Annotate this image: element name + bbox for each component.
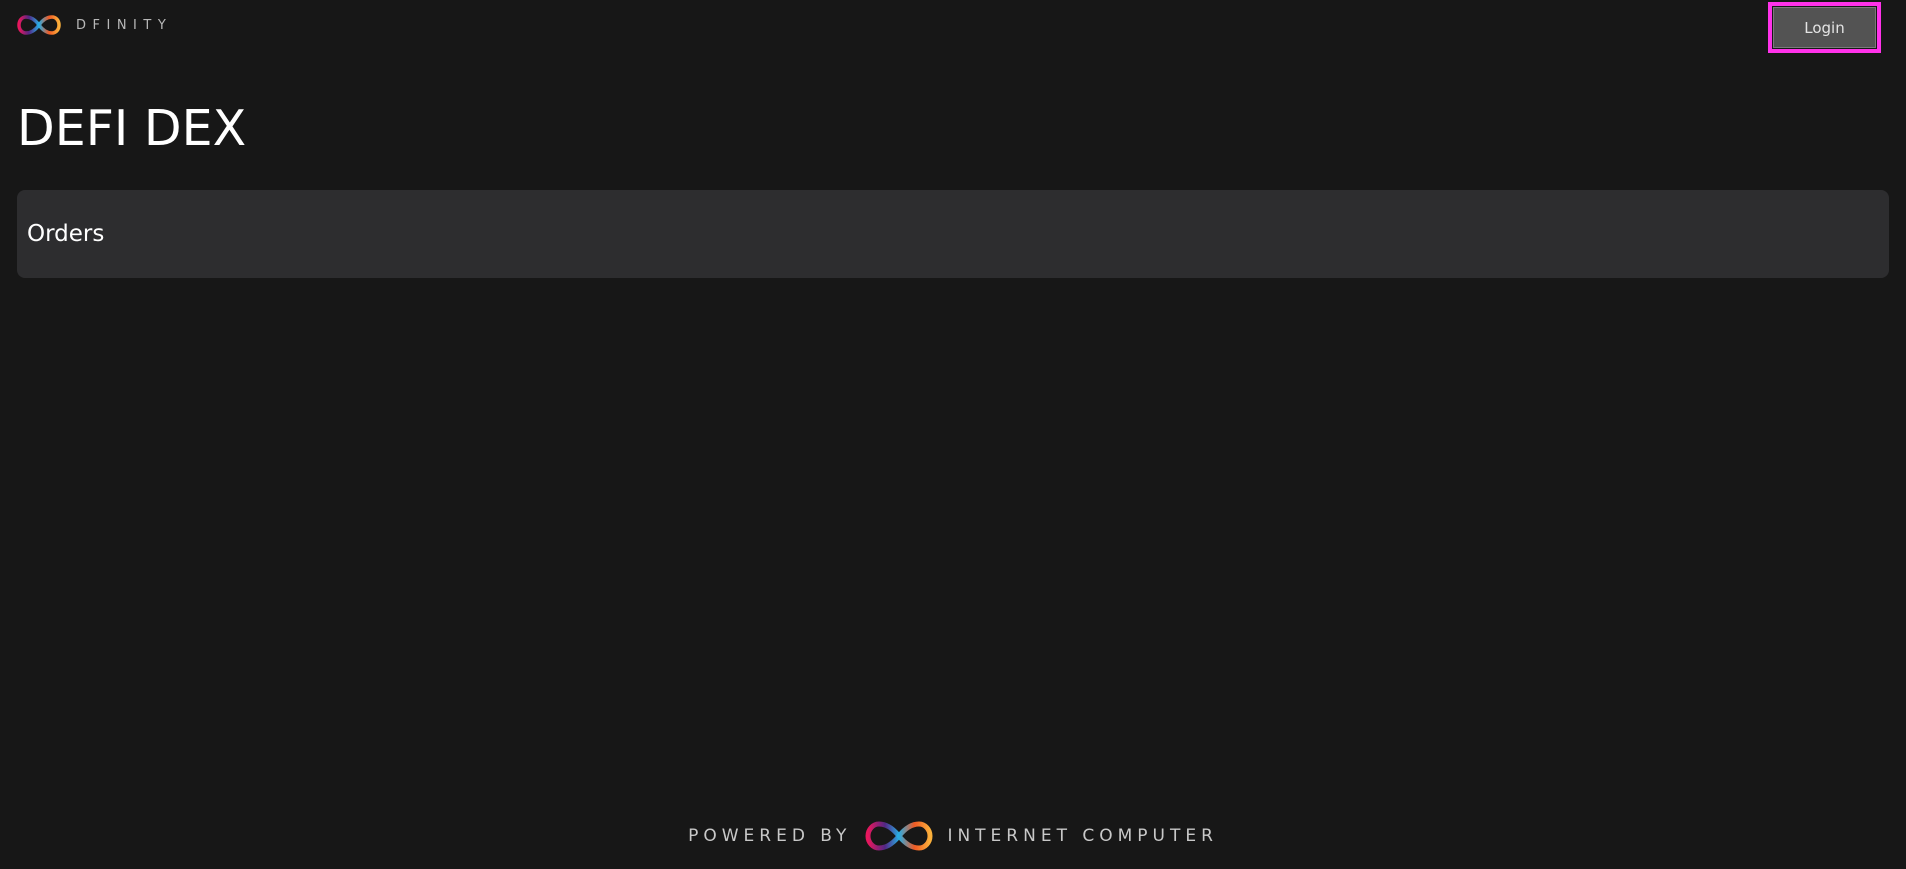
page: DFINITY Login DEFI DEX Orders POWERED BY [0,0,1906,869]
page-title: DEFI DEX [17,100,247,157]
powered-by-label: POWERED BY [688,826,852,846]
internet-computer-logo-icon [865,819,933,853]
orders-title: Orders [27,221,105,247]
orders-panel: Orders [17,190,1889,278]
login-button[interactable]: Login [1773,7,1876,48]
brand-name: DFINITY [76,17,173,33]
dfinity-logo-icon [17,13,61,37]
footer: POWERED BY INTERNET COMPUTER [0,818,1906,854]
brand[interactable]: DFINITY [17,13,172,37]
internet-computer-label: INTERNET COMPUTER [947,826,1218,846]
